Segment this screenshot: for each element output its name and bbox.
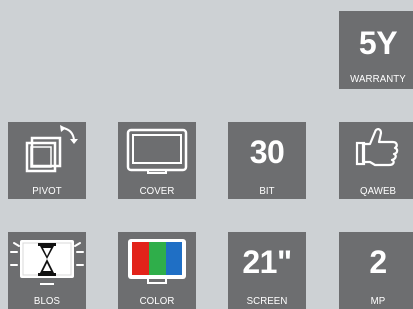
pivot-label: PIVOT — [32, 185, 62, 197]
blos-label: BLOS — [33, 295, 61, 307]
color-label: COLOR — [139, 295, 175, 307]
bit-tile: 30 BIT — [228, 122, 306, 199]
hourglass-monitor-icon — [8, 232, 86, 288]
color-tile: COLOR — [118, 232, 196, 309]
thumbs-up-icon — [339, 122, 413, 178]
bit-label: BIT — [259, 185, 275, 197]
cover-label: COVER — [139, 185, 175, 197]
rgb-monitor-icon — [118, 232, 196, 288]
pivot-rotate-icon — [8, 122, 86, 178]
pivot-tile: PIVOT — [8, 122, 86, 199]
cover-tile: COVER — [118, 122, 196, 199]
screen-value: 21" — [242, 244, 292, 280]
warranty-label: WARRANTY — [350, 73, 406, 85]
mp-value: 2 — [369, 244, 387, 280]
screen-tile: 21" SCREEN — [228, 232, 306, 309]
monitor-cover-icon — [118, 122, 196, 178]
screen-label: SCREEN — [246, 295, 288, 307]
blos-tile: BLOS — [8, 232, 86, 309]
qaweb-label: QAWEB — [359, 185, 397, 197]
qaweb-tile: QAWEB — [339, 122, 413, 199]
bit-value: 30 — [249, 134, 285, 170]
warranty-value: 5Y — [358, 25, 398, 61]
warranty-tile: 5Y WARRANTY — [339, 11, 413, 89]
mp-tile: 2 MP — [339, 232, 413, 309]
mp-label: MP — [370, 295, 386, 307]
